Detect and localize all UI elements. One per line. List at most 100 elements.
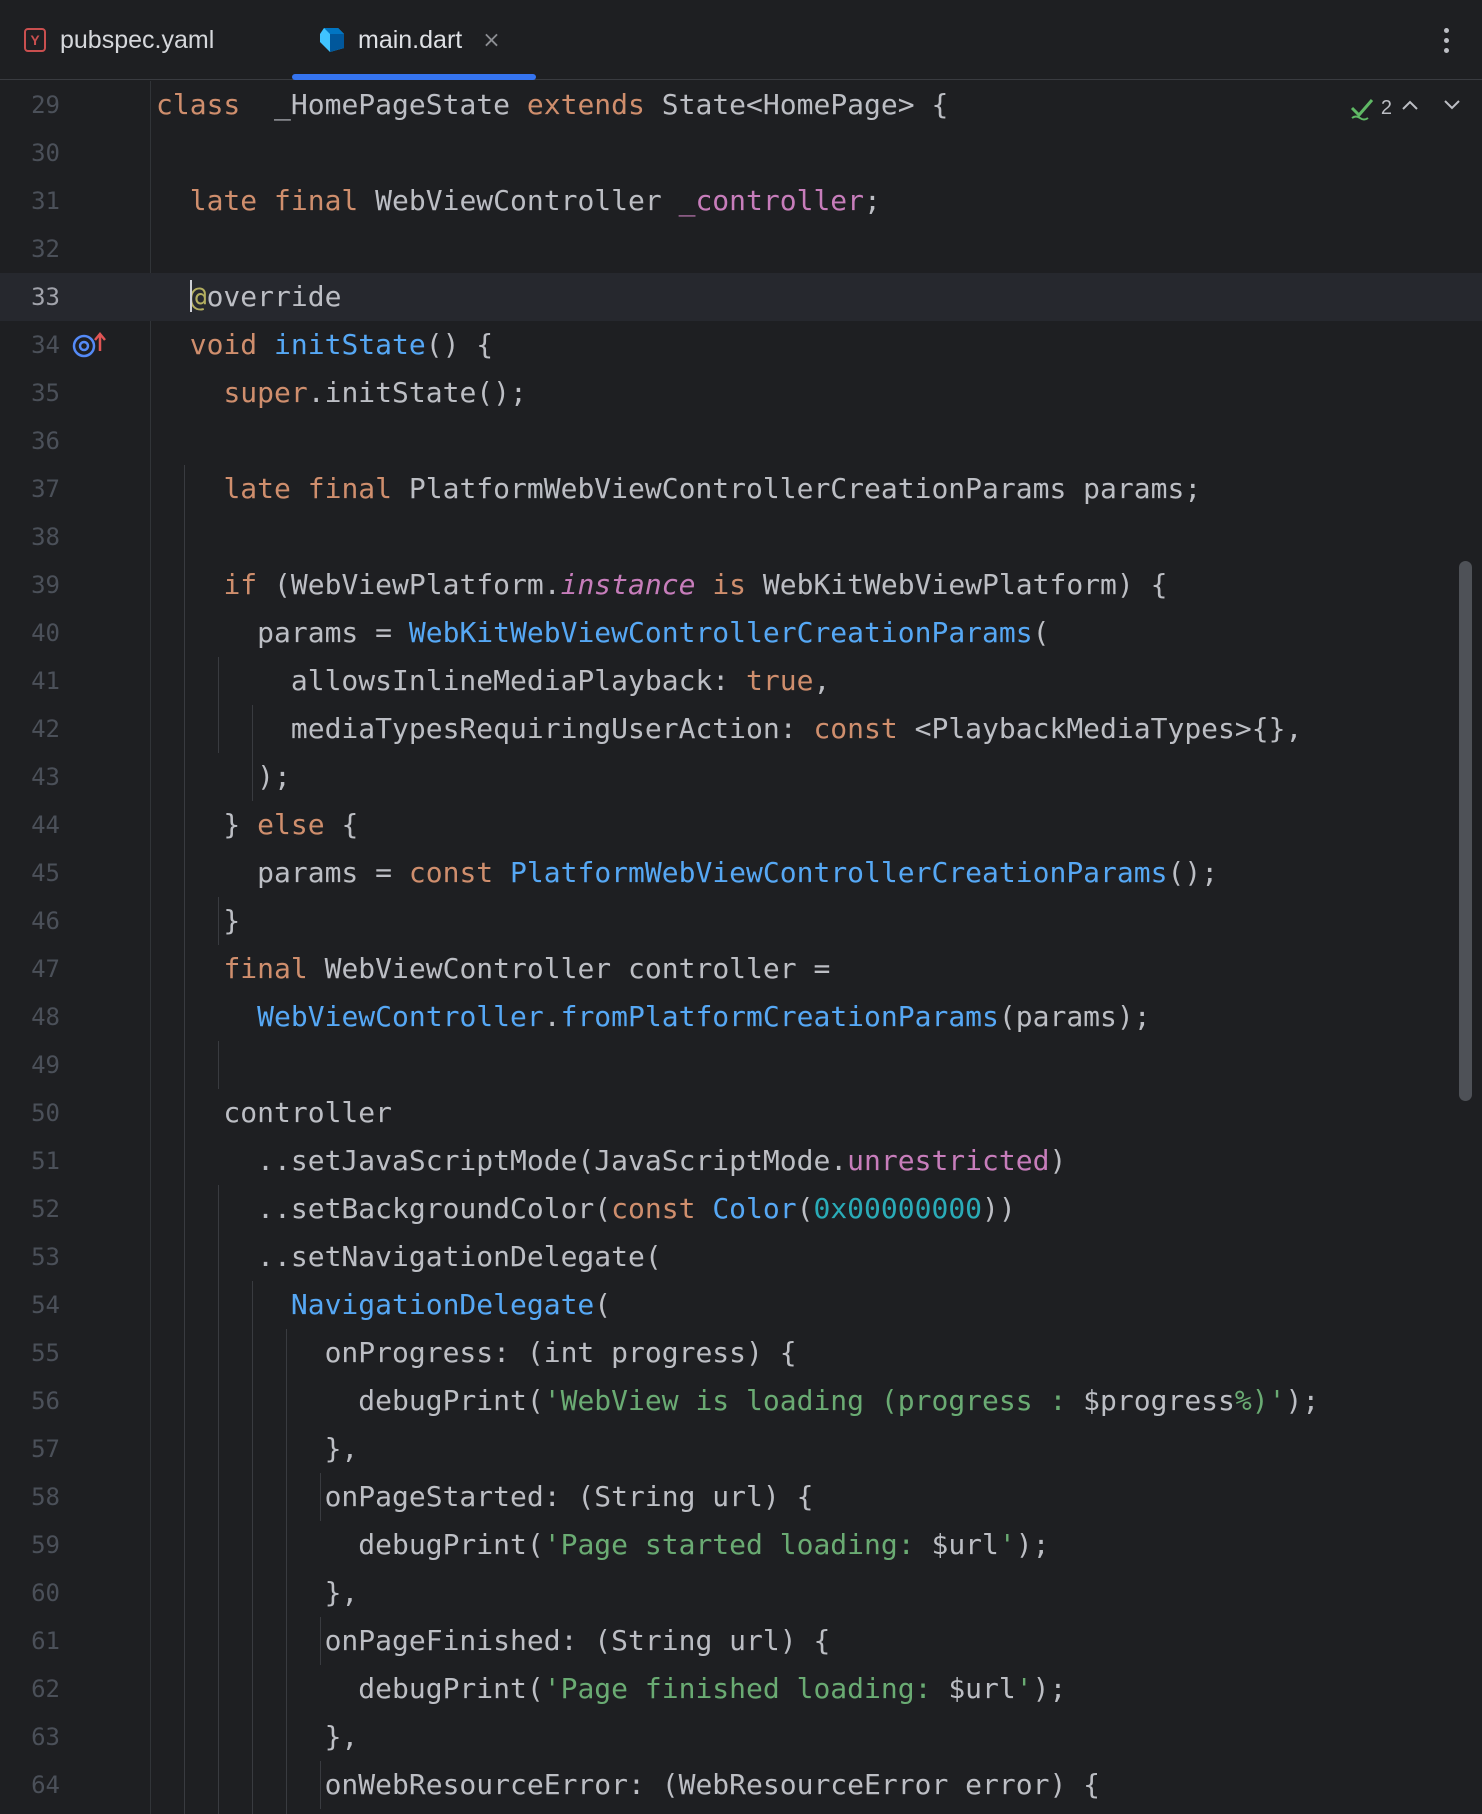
code-line[interactable]: 41 allowsInlineMediaPlayback: true, — [0, 657, 1482, 705]
code-text[interactable]: NavigationDelegate( — [156, 1281, 611, 1329]
line-number[interactable]: 51 — [0, 1137, 60, 1185]
line-number[interactable]: 62 — [0, 1665, 60, 1713]
code-text[interactable]: }, — [156, 1713, 359, 1761]
line-number[interactable]: 40 — [0, 609, 60, 657]
line-number[interactable]: 41 — [0, 657, 60, 705]
line-number[interactable]: 29 — [0, 81, 60, 129]
code-line[interactable]: 45 params = const PlatformWebViewControl… — [0, 849, 1482, 897]
code-text[interactable]: params = WebKitWebViewControllerCreation… — [156, 609, 1049, 657]
code-text[interactable]: ..setJavaScriptMode(JavaScriptMode.unres… — [156, 1137, 1066, 1185]
code-text[interactable]: late final PlatformWebViewControllerCrea… — [156, 465, 1201, 513]
line-number[interactable]: 42 — [0, 705, 60, 753]
code-line[interactable]: 54 NavigationDelegate( — [0, 1281, 1482, 1329]
line-number[interactable]: 44 — [0, 801, 60, 849]
code-line[interactable]: 33 @override — [0, 273, 1482, 321]
code-line[interactable]: 30 — [0, 129, 1482, 177]
code-text[interactable]: onProgress: (int progress) { — [156, 1329, 797, 1377]
code-line[interactable]: 59 debugPrint('Page started loading: $ur… — [0, 1521, 1482, 1569]
code-line[interactable]: 63 }, — [0, 1713, 1482, 1761]
code-line[interactable]: 64 onWebResourceError: (WebResourceError… — [0, 1761, 1482, 1809]
code-text[interactable]: void initState() { — [156, 321, 493, 369]
code-text[interactable]: mediaTypesRequiringUserAction: const <Pl… — [156, 705, 1302, 753]
code-line[interactable]: 39 if (WebViewPlatform.instance is WebKi… — [0, 561, 1482, 609]
vertical-scrollbar[interactable] — [1459, 561, 1472, 1101]
line-number[interactable]: 57 — [0, 1425, 60, 1473]
code-line[interactable]: 62 debugPrint('Page finished loading: $u… — [0, 1665, 1482, 1713]
code-line[interactable]: 58 onPageStarted: (String url) { — [0, 1473, 1482, 1521]
tab-pubspec-yaml[interactable]: Y pubspec.yaml — [24, 0, 214, 80]
code-line[interactable]: 56 debugPrint('WebView is loading (progr… — [0, 1377, 1482, 1425]
line-number[interactable]: 36 — [0, 417, 60, 465]
line-number[interactable]: 43 — [0, 753, 60, 801]
line-number[interactable]: 54 — [0, 1281, 60, 1329]
line-number[interactable]: 34 — [0, 321, 60, 369]
code-text[interactable]: onPageStarted: (String url) { — [156, 1473, 814, 1521]
line-number[interactable]: 45 — [0, 849, 60, 897]
code-text[interactable]: } else { — [156, 801, 358, 849]
chevron-down-icon[interactable] — [1438, 91, 1466, 119]
line-number[interactable]: 50 — [0, 1089, 60, 1137]
code-text[interactable]: debugPrint('Page finished loading: $url'… — [156, 1665, 1066, 1713]
code-line[interactable]: 55 onProgress: (int progress) { — [0, 1329, 1482, 1377]
code-text[interactable]: class _HomePageState extends State<HomeP… — [156, 81, 948, 129]
line-number[interactable]: 30 — [0, 129, 60, 177]
code-line[interactable]: 52 ..setBackgroundColor(const Color(0x00… — [0, 1185, 1482, 1233]
code-text[interactable]: if (WebViewPlatform.instance is WebKitWe… — [156, 561, 1167, 609]
line-number[interactable]: 61 — [0, 1617, 60, 1665]
code-line[interactable]: 47 final WebViewController controller = — [0, 945, 1482, 993]
code-text[interactable]: @override — [156, 273, 341, 321]
code-line[interactable]: 44 } else { — [0, 801, 1482, 849]
line-number[interactable]: 38 — [0, 513, 60, 561]
code-editor[interactable]: 29 class _HomePageState extends State<Hom… — [0, 81, 1482, 1814]
close-icon[interactable]: × — [482, 28, 500, 53]
code-line[interactable]: 32 — [0, 225, 1482, 273]
code-text[interactable]: } — [156, 897, 240, 945]
line-number[interactable]: 47 — [0, 945, 60, 993]
code-line[interactable]: 48 WebViewController.fromPlatformCreatio… — [0, 993, 1482, 1041]
line-number[interactable]: 58 — [0, 1473, 60, 1521]
code-line[interactable]: 57 }, — [0, 1425, 1482, 1473]
code-line[interactable]: 40 params = WebKitWebViewControllerCreat… — [0, 609, 1482, 657]
code-line[interactable]: 53 ..setNavigationDelegate( — [0, 1233, 1482, 1281]
code-text[interactable]: onWebResourceError: (WebResourceError er… — [156, 1761, 1100, 1809]
code-text[interactable]: allowsInlineMediaPlayback: true, — [156, 657, 830, 705]
line-number[interactable]: 59 — [0, 1521, 60, 1569]
line-number[interactable]: 52 — [0, 1185, 60, 1233]
line-number[interactable]: 37 — [0, 465, 60, 513]
code-text[interactable]: }, — [156, 1569, 359, 1617]
code-line[interactable]: 46 } — [0, 897, 1482, 945]
inspection-widget[interactable]: 2 — [1349, 95, 1392, 121]
line-number[interactable]: 35 — [0, 369, 60, 417]
line-number[interactable]: 55 — [0, 1329, 60, 1377]
chevron-up-icon[interactable] — [1396, 91, 1424, 119]
code-text[interactable]: controller — [156, 1089, 392, 1137]
line-number[interactable]: 60 — [0, 1569, 60, 1617]
override-method-icon[interactable] — [70, 329, 108, 361]
line-number[interactable]: 53 — [0, 1233, 60, 1281]
code-text[interactable]: debugPrint('Page started loading: $url')… — [156, 1521, 1049, 1569]
code-line[interactable]: 60 }, — [0, 1569, 1482, 1617]
code-text[interactable]: }, — [156, 1425, 359, 1473]
code-text[interactable]: final WebViewController controller = — [156, 945, 830, 993]
line-number[interactable]: 31 — [0, 177, 60, 225]
line-number[interactable]: 39 — [0, 561, 60, 609]
line-number[interactable]: 63 — [0, 1713, 60, 1761]
code-text[interactable]: onPageFinished: (String url) { — [156, 1617, 831, 1665]
code-text[interactable]: params = const PlatformWebViewController… — [156, 849, 1218, 897]
line-number[interactable]: 56 — [0, 1377, 60, 1425]
line-number[interactable]: 48 — [0, 993, 60, 1041]
code-line[interactable]: 42 mediaTypesRequiringUserAction: const … — [0, 705, 1482, 753]
code-line[interactable]: 31 late final WebViewController _control… — [0, 177, 1482, 225]
line-number[interactable]: 46 — [0, 897, 60, 945]
code-text[interactable]: late final WebViewController _controller… — [156, 177, 881, 225]
code-line[interactable]: 51 ..setJavaScriptMode(JavaScriptMode.un… — [0, 1137, 1482, 1185]
code-line[interactable]: 35 super.initState(); — [0, 369, 1482, 417]
code-line[interactable]: 36 — [0, 417, 1482, 465]
code-text[interactable]: debugPrint('WebView is loading (progress… — [156, 1377, 1319, 1425]
line-number[interactable]: 33 — [0, 273, 60, 321]
code-text[interactable]: ); — [156, 753, 291, 801]
code-text[interactable]: ..setBackgroundColor(const Color(0x00000… — [156, 1185, 1016, 1233]
code-line[interactable]: 37 late final PlatformWebViewControllerC… — [0, 465, 1482, 513]
code-line[interactable]: 43 ); — [0, 753, 1482, 801]
code-line[interactable]: 29 class _HomePageState extends State<Hom… — [0, 81, 1482, 129]
